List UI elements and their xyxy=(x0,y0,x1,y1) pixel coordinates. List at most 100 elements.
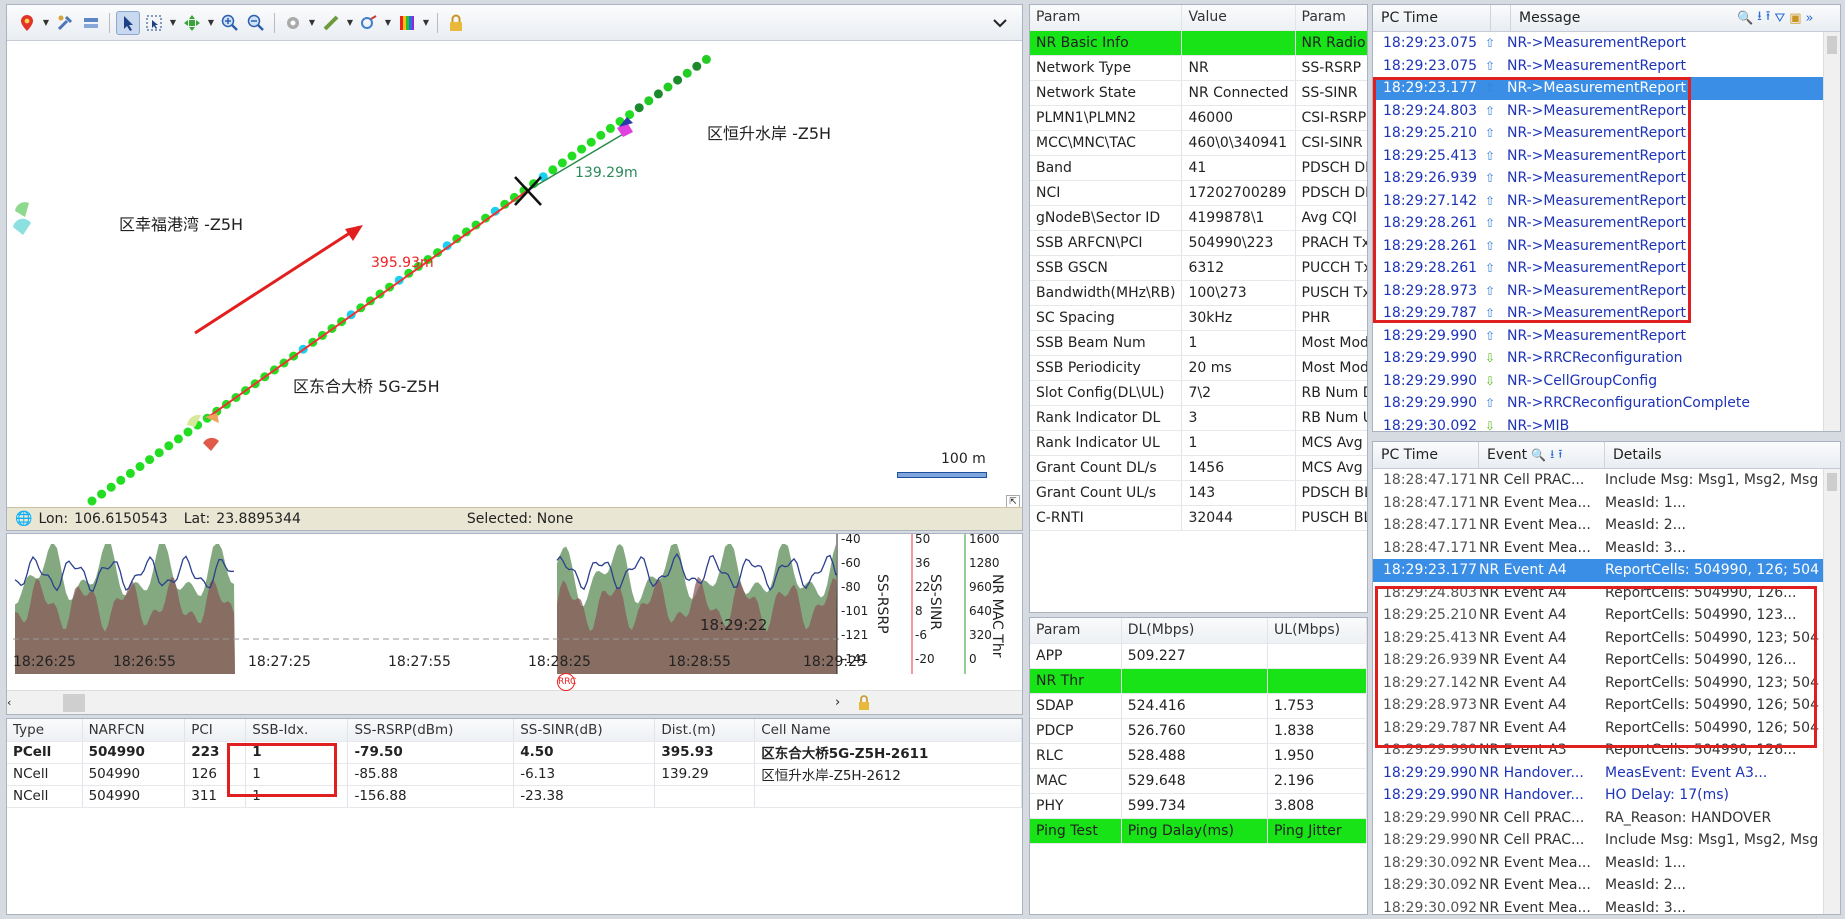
route-point[interactable] xyxy=(701,54,711,64)
search-icon[interactable]: 🔍 xyxy=(1737,11,1753,26)
lock-icon[interactable]: ▣ xyxy=(1789,11,1801,26)
param-row[interactable]: Rank Indicator DL3RB Num UL/ xyxy=(1030,405,1367,431)
route-point[interactable] xyxy=(653,89,663,99)
param-row[interactable]: Network State NR Connected SS-SINR xyxy=(1030,80,1367,106)
route-point[interactable] xyxy=(596,130,606,140)
route-point[interactable] xyxy=(125,468,135,478)
more-icon[interactable]: » xyxy=(1806,11,1814,26)
gear-icon[interactable] xyxy=(281,11,305,35)
throughput-row[interactable]: NR Thr xyxy=(1030,668,1367,694)
event-row[interactable]: 18:29:29.990 NR Event A3 ReportCells: 5049… xyxy=(1373,739,1840,762)
col-pc-time[interactable]: PC Time xyxy=(1373,5,1491,31)
export-down-icon[interactable]: ⭳ xyxy=(1550,445,1554,466)
chevron-down-icon[interactable]: ▼ xyxy=(307,18,317,27)
tools-icon[interactable] xyxy=(53,11,77,35)
move-icon[interactable] xyxy=(180,11,204,35)
throughput-row[interactable]: PDCP 526.760 1.838 xyxy=(1030,718,1367,744)
event-row[interactable]: 18:28:47.171 NR Event Mea... MeasId: 1... xyxy=(1373,492,1840,515)
param-row[interactable]: MCC\MNC\TAC 460\0\340941 CSI-SINR xyxy=(1030,130,1367,156)
cell-row[interactable]: NCell 504990 311 1 -156.88 -23.38 xyxy=(7,785,1022,808)
route-point[interactable] xyxy=(644,96,654,106)
event-row[interactable]: 18:29:23.177 NR Event A4 ReportCells: 5049… xyxy=(1373,559,1840,582)
color-legend-icon[interactable] xyxy=(395,11,419,35)
event-row[interactable]: 18:29:29.787 NR Event A4 ReportCells: 5049… xyxy=(1373,717,1840,740)
col-details[interactable]: Details xyxy=(1605,442,1805,468)
route-point[interactable] xyxy=(183,427,193,437)
message-row[interactable]: 18:29:28.261 ⇧ NR->MeasurementReport xyxy=(1373,212,1840,235)
param-row[interactable]: C-RNTI32044PUSCH BLER xyxy=(1030,505,1367,531)
param-row[interactable]: Band41PDSCH DM-R xyxy=(1030,155,1367,181)
message-row[interactable]: 18:29:29.787 ⇧ NR->MeasurementReport xyxy=(1373,302,1840,325)
route-point[interactable] xyxy=(682,68,692,78)
throughput-row[interactable]: SDAP 524.416 1.753 xyxy=(1030,693,1367,719)
lock-icon[interactable] xyxy=(444,11,468,35)
message-row[interactable]: 18:29:23.075 ⇧ NR->MeasurementReport xyxy=(1373,32,1840,55)
event-row[interactable]: 18:29:29.990 NR Handover... MeasEvent: Eve… xyxy=(1373,762,1840,785)
message-row[interactable]: 18:29:30.092 ⇩ NR->MIB xyxy=(1373,415,1840,431)
message-row[interactable]: 18:29:28.261 ⇧ NR->MeasurementReport xyxy=(1373,257,1840,280)
event-row[interactable]: 18:29:30.092 NR Event Mea... MeasId: 1... xyxy=(1373,852,1840,875)
col-event[interactable]: Event 🔍 ⭳ ⭱ xyxy=(1479,442,1605,468)
pointer-icon[interactable] xyxy=(116,10,140,35)
param-row[interactable]: Grant Count DL/s1456MCS Avg UL xyxy=(1030,455,1367,481)
route-point[interactable] xyxy=(605,123,615,133)
col-message[interactable]: Message xyxy=(1511,5,1711,31)
route-point[interactable] xyxy=(135,462,145,471)
map-canvas[interactable]: 区恒升水岸 -Z5H 区幸福港湾 -Z5H 区东合大桥 5G-Z5H 139.2… xyxy=(7,43,1022,509)
chevron-down-icon[interactable]: ▼ xyxy=(345,18,355,27)
layers-icon[interactable] xyxy=(79,11,103,35)
route-point[interactable] xyxy=(577,144,587,154)
param-row[interactable]: Slot Config(DL\UL)7\2RB Num DL/ xyxy=(1030,380,1367,406)
route-point[interactable] xyxy=(634,103,644,113)
route-point[interactable] xyxy=(173,434,183,444)
chevron-down-icon[interactable]: ▼ xyxy=(421,18,431,27)
col-pc-time[interactable]: PC Time xyxy=(1373,442,1479,468)
param-row[interactable]: NR Basic Info NR Radio Inf xyxy=(1030,30,1367,56)
event-row[interactable]: 18:29:29.990 NR Cell PRAC... RA_Reason: HA… xyxy=(1373,807,1840,830)
cell-row[interactable]: NCell 504990 126 1 -85.88 -6.13 139.29 区恒升水岸-Z5… xyxy=(7,763,1022,786)
param-row[interactable]: SSB Beam Num1Most Modul xyxy=(1030,330,1367,356)
message-row[interactable]: 18:29:23.075 ⇧ NR->MeasurementReport xyxy=(1373,55,1840,78)
route-point[interactable] xyxy=(557,158,567,168)
param-row[interactable]: SC Spacing 30kHz PHR xyxy=(1030,305,1367,331)
scroll-right-icon[interactable]: › xyxy=(835,691,849,714)
route-point[interactable] xyxy=(116,475,126,485)
event-list[interactable]: 18:28:47.171 NR Cell PRAC... Include Msg: … xyxy=(1373,469,1840,914)
lock-icon[interactable] xyxy=(857,695,871,710)
route-point[interactable] xyxy=(692,61,702,71)
event-row[interactable]: 18:29:30.092 NR Event Mea... MeasId: 3... xyxy=(1373,897,1840,914)
message-row[interactable]: 18:29:23.177 ⇧ NR->MeasurementReport xyxy=(1373,77,1840,100)
param-row[interactable]: NCI17202700289PDSCH DM-S xyxy=(1030,180,1367,206)
route-point[interactable] xyxy=(154,448,164,458)
event-row[interactable]: 18:29:24.803 NR Event A4 ReportCells: 5049… xyxy=(1373,582,1840,605)
zoom-out-icon[interactable] xyxy=(244,11,268,35)
message-row[interactable]: 18:29:29.990 ⇧ NR->MeasurementReport xyxy=(1373,325,1840,348)
event-row[interactable]: 18:29:26.939 NR Event A4 ReportCells: 5049… xyxy=(1373,649,1840,672)
message-scrollbar[interactable] xyxy=(1823,32,1840,431)
param-row[interactable]: SSB ARFCN\PCI504990\223PRACH TxPo xyxy=(1030,230,1367,256)
message-row[interactable]: 18:29:27.142 ⇧ NR->MeasurementReport xyxy=(1373,190,1840,213)
param-row[interactable]: SSB GSCN6312PUCCH TxPo xyxy=(1030,255,1367,281)
export-up-icon[interactable]: ⭱ xyxy=(1558,445,1562,466)
event-row[interactable]: 18:28:47.171 NR Event Mea... MeasId: 2... xyxy=(1373,514,1840,537)
paint-icon[interactable] xyxy=(357,11,381,35)
event-row[interactable]: 18:28:47.171 NR Event Mea... MeasId: 3... xyxy=(1373,537,1840,560)
chevron-down-icon[interactable]: ▼ xyxy=(168,18,178,27)
chevron-down-icon[interactable]: ▼ xyxy=(41,18,51,27)
route-point[interactable] xyxy=(106,482,116,492)
param-row[interactable]: gNodeB\Sector ID 4199878\1 Avg CQI xyxy=(1030,205,1367,231)
map-pin-icon[interactable] xyxy=(15,11,39,35)
rrc-event-marker[interactable]: RRC xyxy=(557,673,576,691)
select-region-icon[interactable] xyxy=(142,11,166,35)
collapse-chevron-icon[interactable] xyxy=(988,11,1012,35)
event-row[interactable]: 18:29:29.990 NR Handover... HO Delay: 17(m… xyxy=(1373,784,1840,807)
scroll-left-icon[interactable]: ‹ xyxy=(7,691,21,714)
measure-icon[interactable] xyxy=(319,11,343,35)
route-point[interactable] xyxy=(87,496,97,506)
message-row[interactable]: 18:29:29.990 ⇩ NR->RRCReconfiguration xyxy=(1373,347,1840,370)
event-row[interactable]: 18:29:29.990 NR Cell PRAC... Include Msg: … xyxy=(1373,829,1840,852)
chevron-down-icon[interactable]: ▼ xyxy=(206,18,216,27)
message-list[interactable]: 18:29:23.075 ⇧ NR->MeasurementReport 18:29:… xyxy=(1373,32,1840,431)
param-row[interactable]: SSB Periodicity20 msMost Modul xyxy=(1030,355,1367,381)
param-row[interactable]: Network Type NR SS-RSRP xyxy=(1030,55,1367,81)
